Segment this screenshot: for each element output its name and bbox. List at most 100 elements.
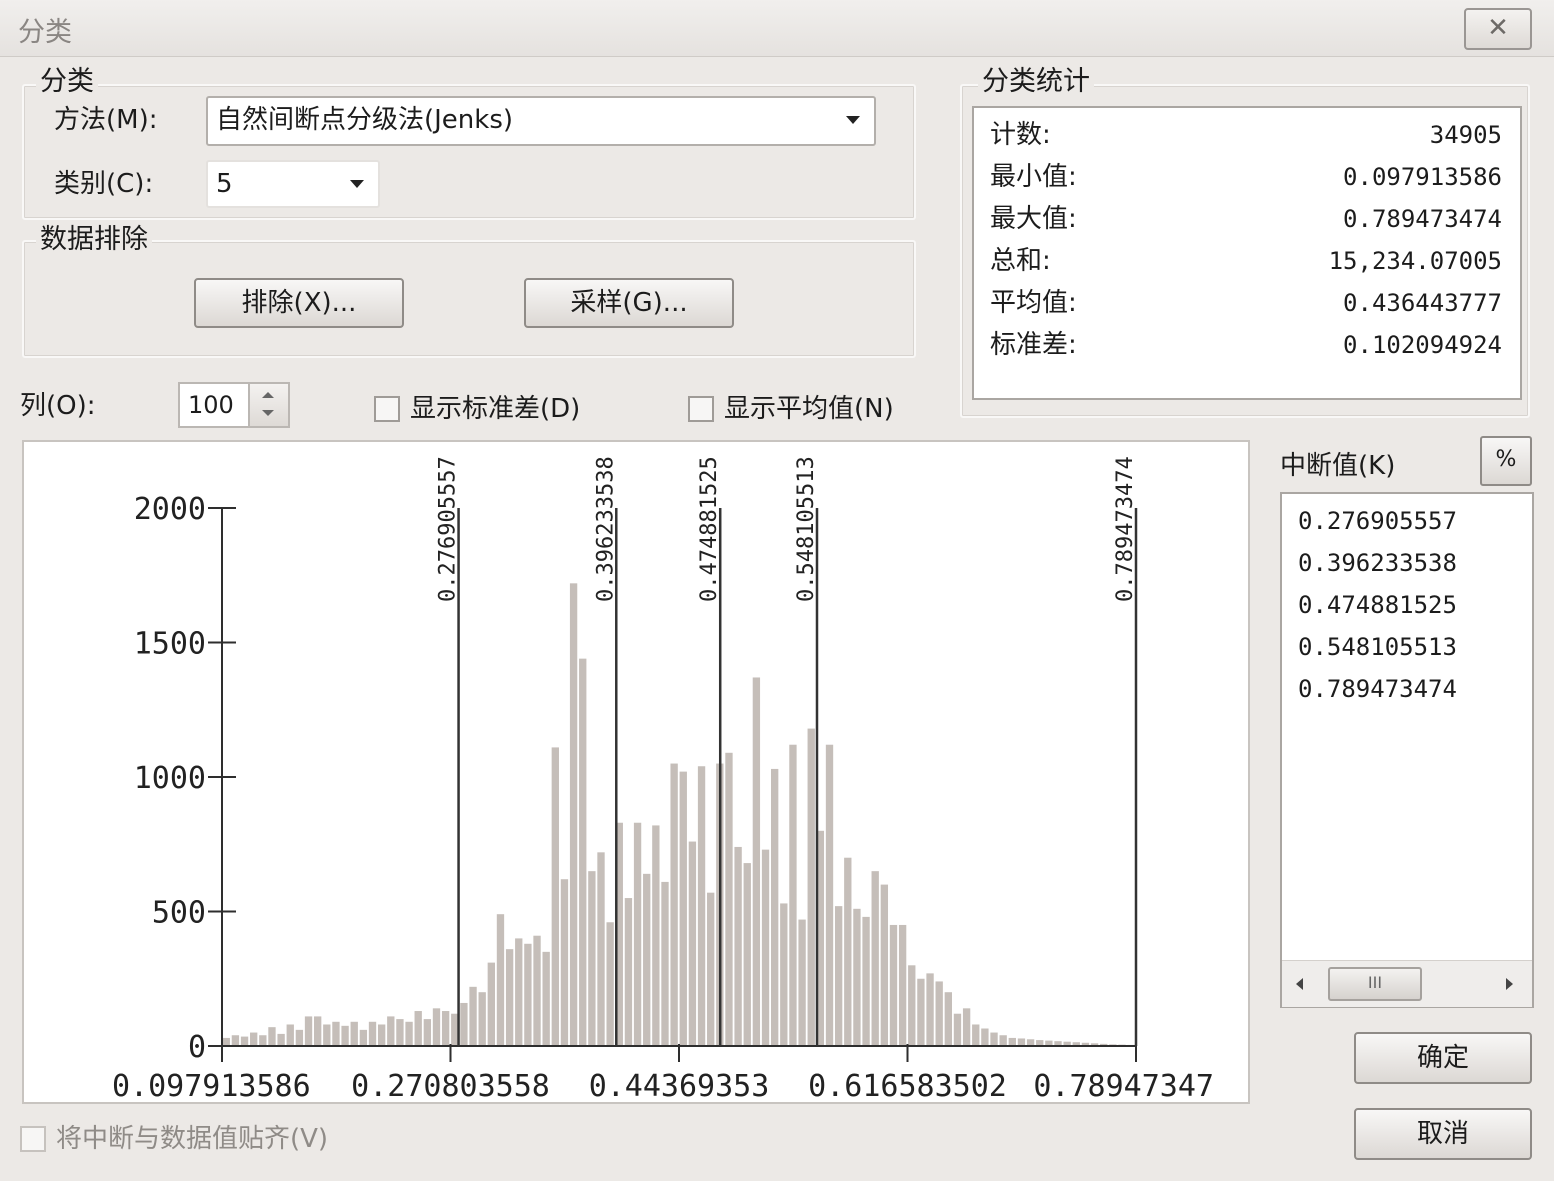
histogram-bar (734, 846, 742, 1046)
histogram-bar (277, 1033, 285, 1046)
snap-label: 将中断与数据值贴齐(V) (56, 1124, 329, 1154)
stat-row-mean: 平均值: 0.436443777 (990, 288, 1502, 318)
exclusion-group (22, 240, 916, 358)
classes-select[interactable]: 5 (206, 160, 380, 208)
spin-down-icon[interactable] (262, 410, 274, 416)
break-value[interactable]: 0.276905557 (1298, 500, 1457, 542)
histogram-bar (359, 1029, 368, 1046)
histogram-bar (286, 1024, 294, 1046)
histogram-bar (743, 863, 751, 1046)
histogram-bar (332, 1021, 340, 1046)
histogram-bar (414, 1011, 422, 1046)
histogram-bar (807, 728, 815, 1046)
histogram-bar (222, 1037, 230, 1046)
histogram-bar (780, 903, 788, 1046)
scrollbar-thumb[interactable]: III (1328, 967, 1422, 1001)
show-std-checkbox[interactable] (374, 396, 400, 422)
sampling-button[interactable]: 采样(G)... (524, 278, 734, 328)
histogram-bar (515, 938, 523, 1046)
histogram-bar (533, 935, 541, 1046)
break-value[interactable]: 0.789473474 (1298, 668, 1457, 710)
break-label: 0.548105513 (794, 456, 819, 602)
histogram-bar (542, 951, 550, 1046)
x-tick-label: 0.78947347 (1033, 1069, 1214, 1102)
stats-group-title: 分类统计 (978, 66, 1094, 98)
histogram-bar (250, 1032, 258, 1046)
break-label: 0.276905557 (436, 456, 461, 602)
method-label: 方法(M): (54, 105, 158, 135)
histogram-bar (551, 747, 559, 1046)
histogram-bar (268, 1027, 276, 1046)
histogram-bar (323, 1024, 331, 1046)
histogram-bar (908, 965, 916, 1046)
break-label: 0.396233538 (593, 456, 618, 602)
histogram-bar (926, 973, 934, 1046)
histogram-bar (314, 1016, 322, 1046)
histogram-bar (825, 744, 834, 1046)
histogram-bar (387, 1016, 395, 1046)
y-tick-label: 1500 (134, 627, 206, 662)
histogram-bar (1008, 1037, 1016, 1046)
stat-row-count: 计数: 34905 (990, 120, 1502, 150)
exclusion-group-title: 数据排除 (36, 224, 152, 256)
histogram-bar (350, 1021, 358, 1046)
histogram-bar (652, 825, 660, 1046)
histogram-bar (259, 1035, 267, 1046)
histogram-bar (834, 906, 843, 1046)
histogram-bar (990, 1032, 998, 1046)
ok-button[interactable]: 确定 (1354, 1032, 1532, 1084)
histogram-bar (1017, 1038, 1026, 1046)
snap-checkbox[interactable] (20, 1126, 46, 1152)
histogram-bar (377, 1024, 386, 1046)
columns-spinner[interactable] (250, 382, 290, 428)
break-value[interactable]: 0.396233538 (1298, 542, 1457, 584)
histogram-bar (643, 873, 651, 1046)
histogram-bar (917, 978, 925, 1046)
scroll-left-icon[interactable] (1296, 978, 1303, 990)
histogram-bar (771, 768, 779, 1046)
show-mean-label: 显示平均值(N) (724, 394, 894, 424)
method-select[interactable]: 自然间断点分级法(Jenks) (206, 96, 876, 146)
percent-button[interactable]: % (1480, 436, 1532, 486)
histogram-bar (469, 986, 477, 1046)
histogram-bar (725, 752, 733, 1046)
breaks-title: 中断值(K) (1280, 451, 1396, 481)
stat-row-stddev: 标准差: 0.102094924 (990, 330, 1502, 360)
break-label: 0.474881525 (697, 456, 722, 602)
y-tick-label: 500 (152, 896, 206, 931)
histogram-bar (560, 879, 569, 1046)
histogram-bar (853, 908, 861, 1046)
histogram-bar (295, 1029, 304, 1046)
histogram-bar (405, 1021, 413, 1046)
y-tick-label: 1000 (134, 761, 206, 796)
breaks-list[interactable]: 0.276905557 0.396233538 0.474881525 0.54… (1280, 492, 1534, 1008)
histogram-chart[interactable]: 0 500 1000 1500 2000 0.097913586 0.270803558 0.… (24, 442, 1248, 1104)
show-mean-checkbox[interactable] (688, 396, 714, 422)
break-value[interactable]: 0.474881525 (1298, 584, 1457, 626)
chevron-down-icon (350, 180, 364, 188)
horizontal-scrollbar[interactable]: III (1282, 960, 1532, 1007)
spin-up-icon[interactable] (262, 392, 274, 398)
histogram-bar (697, 766, 706, 1046)
histogram-bar (871, 871, 879, 1046)
chevron-down-icon (846, 116, 860, 124)
histogram-bar (569, 583, 578, 1046)
close-button[interactable]: ✕ (1464, 8, 1532, 50)
histogram-bar (862, 916, 870, 1046)
histogram-bar (844, 857, 852, 1046)
cancel-button[interactable]: 取消 (1354, 1108, 1532, 1160)
exclude-button[interactable]: 排除(X)... (194, 278, 404, 328)
histogram-bar (505, 949, 514, 1046)
window-title: 分类 (18, 17, 72, 48)
title-bar (0, 0, 1554, 57)
columns-input[interactable]: 100 (178, 382, 250, 428)
histogram-bar (944, 992, 952, 1046)
stats-box: 计数: 34905 最小值: 0.097913586 最大值: 0.789473474… (972, 106, 1522, 400)
break-value[interactable]: 0.548105513 (1298, 626, 1457, 668)
stat-row-sum: 总和: 15,234.07005 (990, 246, 1502, 276)
histogram-bar (304, 1016, 313, 1046)
scroll-right-icon[interactable] (1506, 978, 1513, 990)
histogram-panel[interactable]: 0 500 1000 1500 2000 0.097913586 0.270803558 0.… (22, 440, 1250, 1104)
break-label: 0.789473474 (1113, 456, 1138, 602)
histogram-bar (972, 1024, 980, 1046)
